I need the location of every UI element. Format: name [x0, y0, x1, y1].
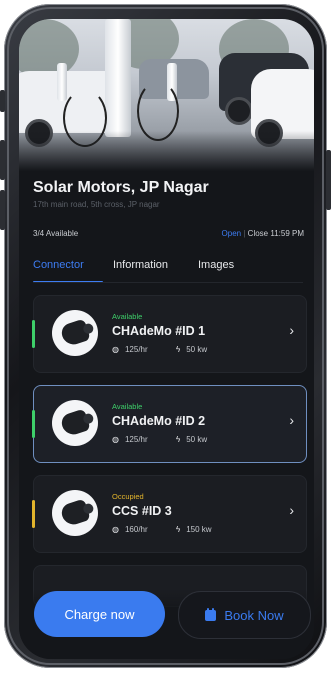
connector-plug-image [52, 400, 98, 446]
connector-plug-image [52, 310, 98, 356]
tab-information[interactable]: Information [113, 259, 168, 271]
status-accent-bar [32, 320, 35, 348]
book-now-label: Book Now [224, 607, 284, 623]
coin-icon: ◍ [112, 525, 119, 534]
lightning-icon: ϟ [176, 345, 181, 354]
connector-price: ◍ 160/hr [112, 525, 148, 534]
power-button [326, 150, 331, 210]
mute-switch [0, 90, 5, 112]
connector-name: CCS #ID 3 [112, 504, 172, 518]
availability-count: 3/4 Available [33, 229, 79, 238]
tab-images[interactable]: Images [198, 259, 234, 271]
lightning-icon: ϟ [176, 525, 181, 534]
tab-divider [33, 282, 303, 283]
connector-status: Available [112, 402, 143, 411]
connector-power: ϟ 50 kw [176, 435, 208, 444]
status-accent-bar [32, 410, 35, 438]
connector-status: Occupied [112, 492, 144, 501]
chevron-right-icon: › [289, 322, 294, 338]
connector-status: Available [112, 312, 143, 321]
opening-hours: Open | Close 11:59 PM [221, 229, 304, 238]
chevron-right-icon: › [289, 412, 294, 428]
book-now-button[interactable]: Book Now [178, 591, 311, 639]
lightning-icon: ϟ [176, 435, 181, 444]
close-time: Close 11:59 PM [247, 229, 304, 238]
tab-bar: Connector Information Images [33, 259, 303, 283]
connector-name: CHAdeMo #ID 1 [112, 324, 206, 338]
open-status: Open [221, 229, 242, 238]
connector-price: ◍ 125/hr [112, 435, 148, 444]
connector-power: ϟ 50 kw [176, 345, 208, 354]
connector-card-3[interactable]: Occupied CCS #ID 3 ◍ 160/hr ϟ 150 kw › [32, 475, 307, 553]
chevron-right-icon: › [289, 502, 294, 518]
volume-up-button [0, 140, 5, 180]
coin-icon: ◍ [112, 345, 119, 354]
tab-connector[interactable]: Connector [33, 259, 84, 271]
station-name: Solar Motors, JP Nagar [33, 179, 209, 196]
connector-card-2[interactable]: Available CHAdeMo #ID 2 ◍ 125/hr ϟ 50 kw › [32, 385, 307, 463]
charge-now-button[interactable]: Charge now [34, 591, 165, 637]
connector-name: CHAdeMo #ID 2 [112, 414, 206, 428]
connector-card-1[interactable]: Available CHAdeMo #ID 1 ◍ 125/hr ϟ 50 kw › [32, 295, 307, 373]
station-address: 17th main road, 5th cross, JP nagar [33, 200, 160, 209]
volume-down-button [0, 190, 5, 230]
status-accent-bar [32, 500, 35, 528]
calendar-icon [205, 607, 217, 621]
coin-icon: ◍ [112, 435, 119, 444]
connector-plug-image [52, 490, 98, 536]
connector-power: ϟ 150 kw [176, 525, 212, 534]
station-photo [19, 19, 314, 171]
app-screen: Solar Motors, JP Nagar 17th main road, 5… [19, 19, 314, 659]
connector-price: ◍ 125/hr [112, 345, 148, 354]
